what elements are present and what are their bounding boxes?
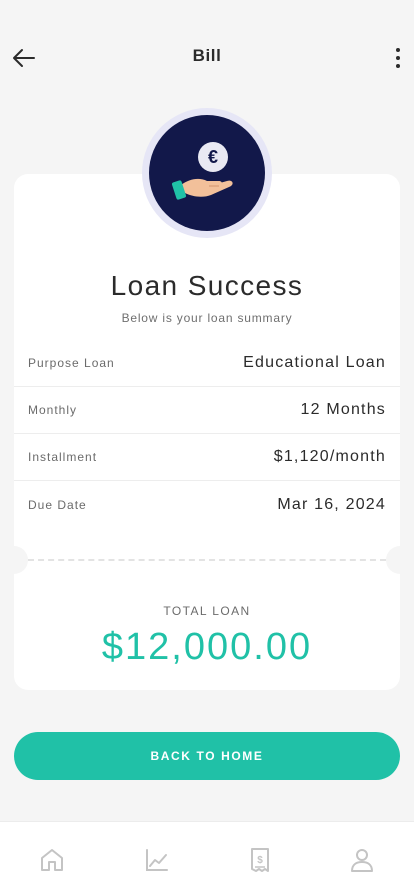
summary-row-purpose: Purpose Loan Educational Loan bbox=[14, 340, 400, 387]
profile-icon bbox=[351, 849, 373, 872]
page-title: Bill bbox=[192, 46, 222, 65]
summary-row-label: Installment bbox=[28, 450, 98, 464]
summary-row-value: 12 Months bbox=[300, 401, 386, 418]
summary-row-label: Monthly bbox=[28, 403, 78, 417]
loan-success-subtitle: Below is your loan summary bbox=[121, 311, 293, 325]
total-loan-amount: $12,000.00 bbox=[101, 626, 313, 668]
summary-row-monthly: Monthly 12 Months bbox=[14, 387, 400, 434]
ticket-notch-left bbox=[0, 546, 28, 574]
chart-icon bbox=[146, 849, 168, 871]
nav-chart[interactable] bbox=[141, 844, 173, 876]
summary-row-value: $1,120/month bbox=[273, 448, 386, 465]
summary-list: Purpose Loan Educational Loan Monthly 12… bbox=[14, 340, 400, 528]
more-vertical-icon bbox=[396, 48, 400, 52]
summary-row-label: Due Date bbox=[28, 497, 87, 512]
total-loan-label: TOTAL LOAN bbox=[163, 604, 251, 618]
bottom-navigation: $ bbox=[0, 821, 414, 896]
svg-text:$: $ bbox=[257, 855, 263, 866]
nav-home[interactable] bbox=[36, 844, 68, 876]
loan-badge: € bbox=[142, 108, 272, 238]
ticket-notch-right bbox=[386, 546, 414, 574]
nav-profile[interactable] bbox=[346, 844, 378, 876]
summary-row-value: Mar 16, 2024 bbox=[277, 495, 386, 513]
header-bar: Bill bbox=[0, 0, 414, 116]
hand-holding-euro-coin-icon: € bbox=[171, 142, 233, 200]
home-icon bbox=[41, 849, 63, 871]
more-options-button[interactable] bbox=[388, 44, 408, 72]
svg-text:€: € bbox=[208, 147, 218, 167]
summary-row-label: Purpose Loan bbox=[28, 356, 115, 370]
nav-bill[interactable]: $ bbox=[244, 844, 276, 876]
back-to-home-button[interactable]: BACK TO HOME bbox=[14, 732, 400, 780]
summary-row-value: Educational Loan bbox=[243, 354, 386, 371]
ticket-divider bbox=[28, 559, 386, 561]
summary-row-due-date: Due Date Mar 16, 2024 bbox=[14, 481, 400, 528]
loan-success-title: Loan Success bbox=[110, 270, 304, 301]
bill-icon: $ bbox=[251, 848, 269, 872]
summary-row-installment: Installment $1,120/month bbox=[14, 434, 400, 481]
